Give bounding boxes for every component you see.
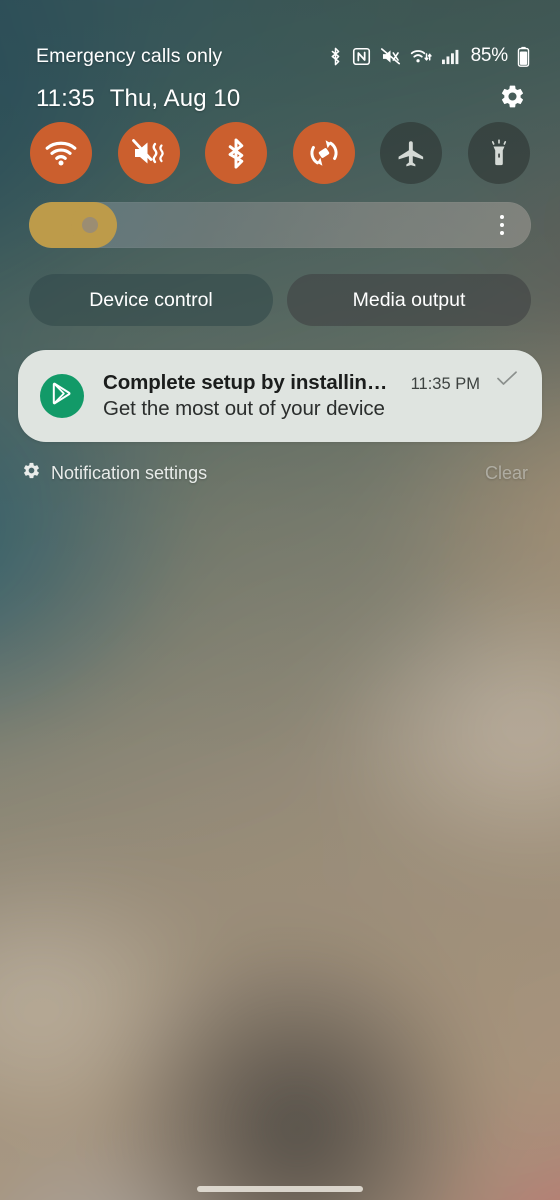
- notification-title: Complete setup by installing…: [103, 371, 399, 394]
- cellular-signal-icon: [441, 47, 461, 65]
- nfc-icon: [352, 47, 371, 66]
- wifi-data-transfer-icon: [410, 47, 432, 66]
- notification-subtitle: Get the most out of your device: [103, 397, 385, 420]
- notification-expand-button[interactable]: [494, 368, 520, 394]
- flashlight-icon: [484, 138, 514, 168]
- settings-button[interactable]: [492, 79, 532, 119]
- notification-app-icon: [40, 374, 84, 418]
- bluetooth-tile[interactable]: [205, 122, 268, 184]
- more-options-icon: [500, 231, 504, 235]
- battery-icon: [517, 46, 530, 67]
- flashlight-tile[interactable]: [467, 122, 530, 184]
- brightness-options-button[interactable]: [485, 202, 519, 248]
- bluetooth-icon: [328, 46, 343, 67]
- airplane-mode-tile[interactable]: [380, 122, 443, 184]
- gear-icon: [22, 461, 41, 485]
- auto-rotate-tile[interactable]: [292, 122, 355, 184]
- notification-body: Complete setup by installing… 11:35 PM G…: [103, 371, 480, 421]
- airplane-icon: [396, 138, 427, 169]
- clock-row: 11:35 Thu, Aug 10: [0, 78, 560, 120]
- clock-date[interactable]: Thu, Aug 10: [110, 85, 241, 113]
- status-bar: Emergency calls only 85%: [0, 40, 560, 72]
- check-icon: [496, 370, 518, 393]
- clock-group: 11:35 Thu, Aug 10: [36, 85, 240, 113]
- notification-header-row: Complete setup by installing… 11:35 PM: [103, 371, 480, 395]
- shortcut-row: Device control Media output: [29, 274, 531, 326]
- notification-settings-button[interactable]: Notification settings: [22, 461, 207, 485]
- home-gesture-bar[interactable]: [197, 1186, 363, 1192]
- quick-toggle-row: [0, 122, 560, 184]
- more-options-icon: [500, 215, 504, 219]
- play-store-icon: [50, 381, 75, 411]
- notification-footer: Notification settings Clear: [0, 458, 560, 488]
- device-control-button[interactable]: Device control: [29, 274, 273, 326]
- brightness-slider[interactable]: [29, 202, 531, 248]
- mute-vibrate-icon: [131, 138, 166, 168]
- carrier-label: Emergency calls only: [36, 44, 223, 67]
- media-output-button[interactable]: Media output: [287, 274, 531, 326]
- status-icons: 85%: [328, 45, 530, 67]
- more-options-icon: [500, 223, 504, 227]
- notification-settings-label: Notification settings: [51, 462, 208, 483]
- sound-mode-tile[interactable]: [117, 122, 180, 184]
- clock-time[interactable]: 11:35: [36, 85, 95, 113]
- auto-rotate-icon: [308, 137, 340, 169]
- notification-timestamp: 11:35 PM: [410, 375, 480, 393]
- volume-mute-icon: [380, 47, 401, 66]
- wifi-icon: [45, 140, 77, 166]
- bluetooth-icon: [224, 137, 248, 170]
- battery-percent-label: 85%: [470, 45, 509, 66]
- notification-card[interactable]: Complete setup by installing… 11:35 PM G…: [18, 350, 542, 442]
- gear-icon: [499, 83, 526, 115]
- wifi-tile[interactable]: [30, 122, 92, 184]
- quick-settings-panel: Emergency calls only 85% 11:35 Thu, Aug …: [0, 0, 560, 1200]
- clear-notifications-button[interactable]: Clear: [485, 463, 528, 484]
